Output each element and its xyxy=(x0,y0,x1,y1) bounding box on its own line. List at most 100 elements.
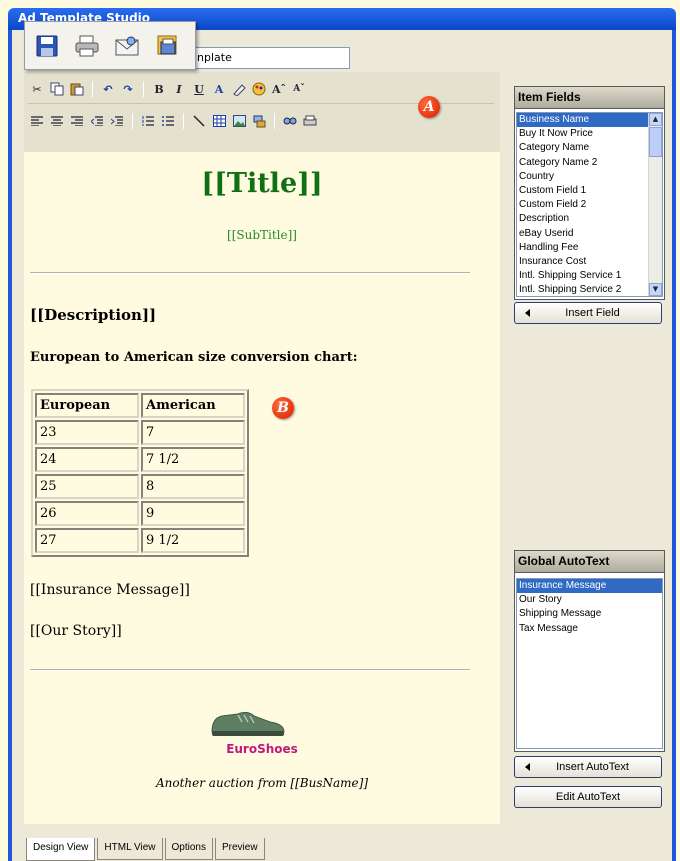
find-icon[interactable] xyxy=(281,112,299,130)
table-header-cell: European xyxy=(35,393,139,418)
align-right-icon[interactable] xyxy=(68,112,86,130)
horizontal-rule xyxy=(30,272,470,274)
undo-icon[interactable]: ↶ xyxy=(99,80,117,98)
list-item[interactable]: Country xyxy=(517,170,662,184)
horizontal-rule xyxy=(30,669,470,671)
table-header-cell: American xyxy=(141,393,245,418)
app-window: Ad Template Studio nplate ✂ ↶ ↷ B I U A … xyxy=(0,0,680,861)
decrease-font-icon[interactable]: Aˇ xyxy=(290,80,308,98)
list-item[interactable]: Description xyxy=(517,212,662,226)
toolbar-separator xyxy=(143,81,144,97)
color-palette-icon[interactable] xyxy=(250,80,268,98)
indent-icon[interactable] xyxy=(108,112,126,130)
list-item[interactable]: Category Name xyxy=(517,141,662,155)
save-icon[interactable] xyxy=(33,32,61,60)
increase-font-icon[interactable]: Aˆ xyxy=(270,80,288,98)
table-row: 23 7 xyxy=(35,420,245,445)
view-tabs: Design View HTML View Options Preview xyxy=(26,838,265,861)
scroll-up-icon[interactable]: ▲ xyxy=(649,113,662,126)
callout-badge-a: A xyxy=(418,96,440,118)
scrollbar[interactable]: ▲ ▼ xyxy=(648,113,662,296)
numbered-list-icon[interactable] xyxy=(139,112,157,130)
list-item[interactable]: Intl. Shipping Service 1 xyxy=(517,269,662,283)
list-item[interactable]: Custom Field 1 xyxy=(517,184,662,198)
toolbar-separator xyxy=(274,113,275,129)
list-item[interactable]: Buy It Now Price xyxy=(517,127,662,141)
table-cell: 26 xyxy=(35,501,139,526)
template-name-input[interactable]: nplate xyxy=(178,47,350,69)
table-cell: 7 xyxy=(141,420,245,445)
list-item[interactable]: Handling Fee xyxy=(517,241,662,255)
template-subtitle-placeholder: [[SubTitle]] xyxy=(227,228,297,242)
table-cell: 25 xyxy=(35,474,139,499)
footer-text: Another auction from [[BusName]] xyxy=(155,776,368,790)
horizontal-line-icon[interactable] xyxy=(190,112,208,130)
table-icon[interactable] xyxy=(210,112,228,130)
table-row: 25 8 xyxy=(35,474,245,499)
table-cell: 9 1/2 xyxy=(141,528,245,553)
table-cell: 9 xyxy=(141,501,245,526)
item-fields-header: Item Fields xyxy=(515,87,664,109)
align-left-icon[interactable] xyxy=(28,112,46,130)
item-fields-list[interactable]: Business Name Buy It Now Price Category Na… xyxy=(516,112,663,297)
item-fields-panel: Item Fields Business Name Buy It Now Pric… xyxy=(514,86,665,300)
callout-badge-b: B xyxy=(272,397,294,419)
bold-icon[interactable]: B xyxy=(150,80,168,98)
paste-icon[interactable] xyxy=(68,80,86,98)
tab-options[interactable]: Options xyxy=(164,838,213,860)
outdent-icon[interactable] xyxy=(88,112,106,130)
insert-autotext-button[interactable]: Insert AutoText xyxy=(514,756,662,778)
brand-logo-text: EuroShoes xyxy=(226,742,298,756)
bullet-list-icon[interactable] xyxy=(159,112,177,130)
table-row: 27 9 1/2 xyxy=(35,528,245,553)
print-preview-icon[interactable] xyxy=(301,112,319,130)
insert-object-icon[interactable] xyxy=(250,112,268,130)
size-conversion-table: European American 23 7 24 7 1/2 25 8 26 … xyxy=(31,389,249,557)
underline-icon[interactable]: U xyxy=(190,80,208,98)
list-item[interactable]: Insurance Message xyxy=(517,579,662,594)
list-item[interactable]: Intl. Shipping Service 2 xyxy=(517,283,662,296)
design-canvas[interactable]: [[Title]] [[SubTitle]] [[Description]] E… xyxy=(24,152,500,824)
list-item[interactable]: Tax Message xyxy=(517,622,662,636)
table-cell: 24 xyxy=(35,447,139,472)
insurance-message-placeholder: [[Insurance Message]] xyxy=(30,582,190,598)
autotext-panel: Global AutoText Insurance Message Our Sto… xyxy=(514,550,665,752)
scroll-down-icon[interactable]: ▼ xyxy=(649,283,662,296)
list-item[interactable]: Shipping Message xyxy=(517,607,662,621)
tab-preview[interactable]: Preview xyxy=(215,838,265,860)
align-center-icon[interactable] xyxy=(48,112,66,130)
list-item[interactable]: Custom Field 2 xyxy=(517,198,662,212)
tab-html-view[interactable]: HTML View xyxy=(97,838,163,860)
our-story-placeholder: [[Our Story]] xyxy=(30,623,122,639)
insert-field-button[interactable]: Insert Field xyxy=(514,302,662,324)
font-color-icon[interactable]: A xyxy=(210,80,228,98)
highlight-icon[interactable] xyxy=(230,80,248,98)
list-item[interactable]: Our Story xyxy=(517,593,662,607)
image-icon[interactable] xyxy=(230,112,248,130)
list-item[interactable]: Category Name 2 xyxy=(517,156,662,170)
shoe-logo-icon xyxy=(208,706,288,744)
cut-icon[interactable]: ✂ xyxy=(28,80,46,98)
size-chart-caption: European to American size conversion cha… xyxy=(30,350,358,365)
scroll-thumb[interactable] xyxy=(649,127,662,157)
table-cell: 7 1/2 xyxy=(141,447,245,472)
publish-icon[interactable] xyxy=(153,32,181,60)
toolbar-separator xyxy=(183,113,184,129)
table-cell: 8 xyxy=(141,474,245,499)
copy-icon[interactable] xyxy=(48,80,66,98)
edit-autotext-button[interactable]: Edit AutoText xyxy=(514,786,662,808)
tab-design-view[interactable]: Design View xyxy=(26,838,96,861)
table-row: 24 7 1/2 xyxy=(35,447,245,472)
redo-icon[interactable]: ↷ xyxy=(119,80,137,98)
list-item[interactable]: eBay Userid xyxy=(517,227,662,241)
email-icon[interactable] xyxy=(113,32,141,60)
italic-icon[interactable]: I xyxy=(170,80,188,98)
template-title-placeholder: [[Title]] xyxy=(201,168,323,199)
toolbar-separator xyxy=(92,81,93,97)
toolbar-separator xyxy=(132,113,133,129)
print-icon[interactable] xyxy=(73,32,101,60)
list-item[interactable]: Insurance Cost xyxy=(517,255,662,269)
table-cell: 23 xyxy=(35,420,139,445)
autotext-list[interactable]: Insurance Message Our Story Shipping Messa… xyxy=(516,578,663,749)
list-item[interactable]: Business Name xyxy=(517,113,662,128)
